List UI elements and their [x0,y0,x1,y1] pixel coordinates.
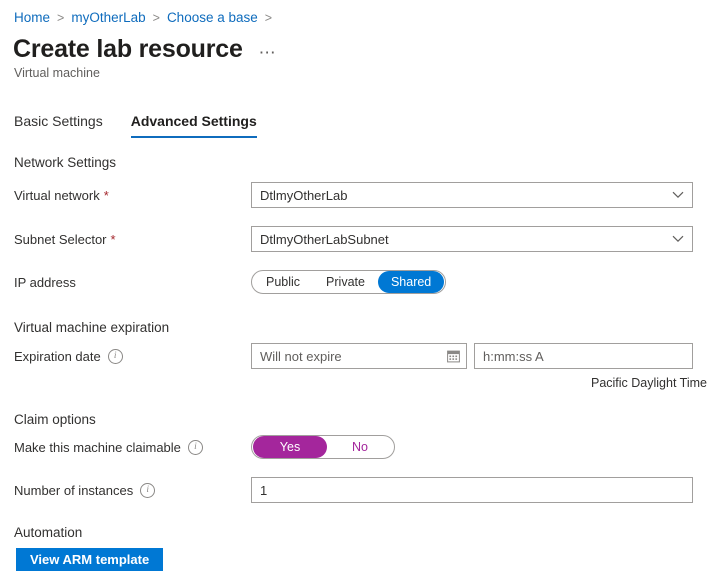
field-row-subnet-selector: Subnet Selector * [0,226,714,252]
section-heading-network-settings: Network Settings [14,155,117,170]
virtual-network-select-wrapper[interactable] [251,182,693,208]
view-arm-template-button[interactable]: View ARM template [16,548,164,571]
field-row-virtual-network: Virtual network * [0,182,714,208]
make-claimable-label-text: Make this machine claimable [14,439,181,455]
field-row-ip-address: IP address Public Private Shared [0,270,714,294]
required-asterisk: * [103,187,109,203]
number-of-instances-input[interactable] [251,477,693,503]
advanced-settings-form: Network Settings Virtual network * Subne… [0,155,714,571]
breadcrumb-item-choose-a-base[interactable]: Choose a base [167,9,258,27]
tab-advanced-settings[interactable]: Advanced Settings [130,113,257,138]
expiration-date-input[interactable] [251,343,467,369]
subnet-selector-label: Subnet Selector * [0,232,251,247]
virtual-network-label-text: Virtual network [14,187,100,203]
subnet-selector-select[interactable] [251,226,693,252]
info-icon[interactable]: i [140,482,156,498]
number-of-instances-label-text: Number of instances [14,482,134,498]
subnet-selector-label-text: Subnet Selector [14,231,107,247]
expiration-date-input-wrapper[interactable] [251,343,467,369]
section-heading-vm-expiration: Virtual machine expiration [14,320,170,335]
expiration-time-input[interactable] [474,343,693,369]
breadcrumb-separator: > [264,11,273,25]
make-claimable-option-no[interactable]: No [327,436,393,458]
ip-address-option-public[interactable]: Public [253,271,313,293]
field-row-number-of-instances: Number of instances i [0,477,714,503]
ip-address-option-shared[interactable]: Shared [377,271,445,293]
breadcrumb-separator: > [57,11,65,25]
make-claimable-toggle-group: Yes No [251,435,395,459]
info-icon[interactable]: i [187,439,203,455]
expiration-date-label-text: Expiration date [14,348,101,364]
timezone-note: Pacific Daylight Time [590,376,707,390]
field-row-expiration-date: Expiration date i [0,343,714,369]
page-header: Create lab resource ⋯ [13,34,277,64]
section-heading-claim-options: Claim options [14,412,96,427]
breadcrumb-item-myotherlab[interactable]: myOtherLab [71,9,145,27]
make-claimable-label: Make this machine claimable i [0,439,251,455]
ip-address-label: IP address [0,275,251,290]
breadcrumb: Home > myOtherLab > Choose a base > [14,9,279,27]
tab-bar: Basic Settings Advanced Settings [14,113,285,138]
info-icon[interactable]: i [107,348,123,364]
tab-basic-settings[interactable]: Basic Settings [14,113,103,138]
ip-address-label-text: IP address [14,274,76,290]
breadcrumb-item-home[interactable]: Home [14,9,50,27]
virtual-network-select[interactable] [251,182,693,208]
ip-address-toggle-group: Public Private Shared [251,270,447,294]
section-heading-automation: Automation [14,525,83,540]
page-title: Create lab resource [13,35,243,63]
more-options-icon[interactable]: ⋯ [259,44,278,61]
required-asterisk: * [110,231,116,247]
field-row-make-claimable: Make this machine claimable i Yes No [0,435,714,459]
expiration-datetime-group [251,343,693,369]
expiration-date-label: Expiration date i [0,348,251,364]
page-subtitle: Virtual machine [14,66,100,80]
breadcrumb-separator: > [152,11,160,25]
number-of-instances-label: Number of instances i [0,482,251,498]
subnet-selector-select-wrapper[interactable] [251,226,693,252]
make-claimable-option-yes[interactable]: Yes [253,436,327,458]
ip-address-option-private[interactable]: Private [313,271,378,293]
virtual-network-label: Virtual network * [0,188,251,203]
